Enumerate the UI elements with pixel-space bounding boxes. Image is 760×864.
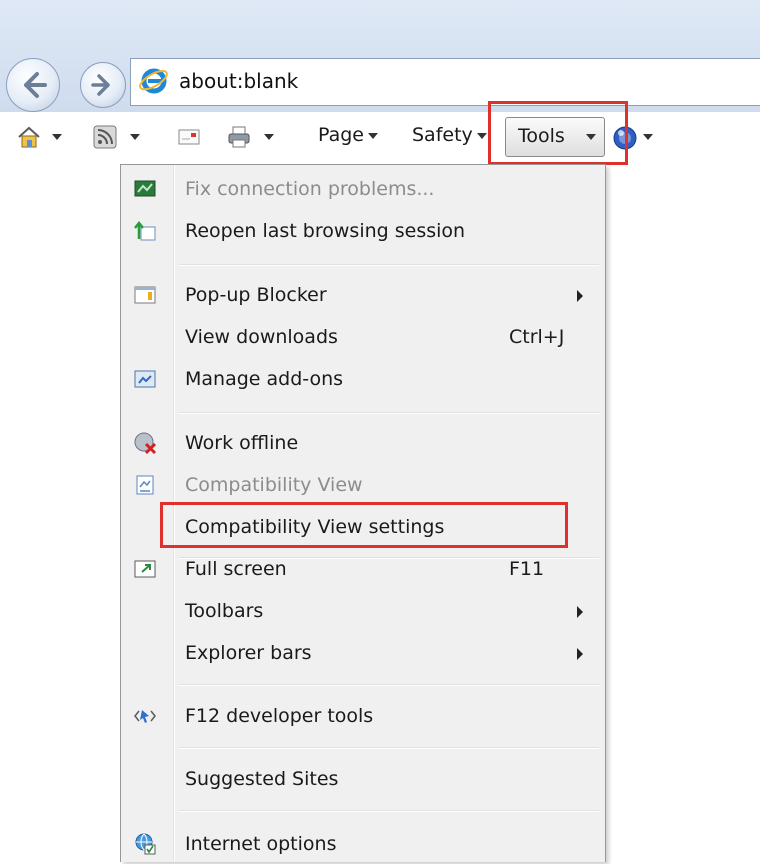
safety-menu-button[interactable]: Safety — [412, 124, 487, 146]
printer-icon[interactable] — [226, 124, 252, 150]
menu-separator — [179, 264, 599, 266]
developer-tools-icon — [134, 710, 156, 723]
menu-item-suggested-sites[interactable]: Suggested Sites — [121, 761, 605, 799]
address-field[interactable]: about:blank — [130, 58, 760, 106]
feeds-dropdown-arrow-icon[interactable] — [130, 134, 140, 140]
menu-item-label: Work offline — [185, 432, 299, 454]
submenu-arrow-icon — [577, 648, 583, 660]
rss-feed-icon[interactable] — [92, 124, 118, 150]
menu-item-work-offline[interactable]: Work offline — [121, 425, 605, 463]
back-arrow-icon — [24, 72, 47, 98]
menu-item-label: View downloads — [185, 326, 338, 348]
menu-item-label: Manage add-ons — [185, 368, 344, 390]
compatibility-view-icon — [136, 475, 154, 495]
chevron-down-icon — [368, 132, 378, 139]
compatibility-settings-highlight — [160, 502, 568, 548]
submenu-arrow-icon — [577, 290, 583, 302]
menu-item-popup-blocker[interactable]: Pop-up Blocker — [121, 277, 605, 315]
menu-item-label: Internet options — [185, 833, 337, 855]
command-bar: Page Safety Tools — [0, 112, 760, 164]
help-dropdown-arrow-icon[interactable] — [643, 134, 653, 140]
network-diagnose-icon — [134, 180, 156, 197]
menu-item-label: Reopen last browsing session — [185, 220, 466, 242]
menu-item-label: F12 developer tools — [185, 705, 374, 727]
menu-separator — [179, 747, 599, 749]
popup-blocker-icon — [134, 286, 156, 304]
menu-separator — [179, 412, 599, 414]
menu-item-shortcut: F11 — [509, 558, 545, 580]
menu-item-label: Suggested Sites — [185, 768, 339, 790]
menu-item-internet-options[interactable]: Internet options — [121, 826, 605, 864]
home-dropdown-arrow-icon[interactable] — [52, 134, 62, 140]
internet-options-icon — [135, 833, 156, 855]
menu-item-label: Toolbars — [185, 600, 264, 622]
submenu-arrow-icon — [577, 606, 583, 618]
menu-separator — [179, 684, 599, 686]
address-bar-area: about:blank — [0, 0, 760, 112]
home-icon[interactable] — [16, 124, 42, 150]
tools-button-highlight — [488, 101, 628, 165]
menu-item-label: Full screen — [185, 558, 287, 580]
page-menu-button[interactable]: Page — [318, 124, 378, 146]
work-offline-icon — [134, 432, 157, 455]
menu-item-label: Pop-up Blocker — [185, 284, 327, 306]
menu-separator — [179, 810, 599, 812]
print-dropdown-arrow-icon[interactable] — [264, 134, 274, 140]
menu-item-label: Fix connection problems... — [185, 178, 435, 200]
safety-menu-label: Safety — [412, 124, 473, 146]
addons-icon — [134, 370, 156, 388]
menu-item-f12-developer-tools[interactable]: F12 developer tools — [121, 698, 605, 736]
menu-item-label: Compatibility View — [185, 474, 363, 496]
back-button[interactable] — [6, 58, 60, 112]
forward-button[interactable] — [80, 62, 126, 108]
ie-logo-icon — [139, 68, 168, 94]
reopen-session-icon — [134, 220, 156, 241]
menu-item-view-downloads[interactable]: View downloads Ctrl+J — [121, 319, 605, 357]
page-menu-label: Page — [318, 124, 364, 146]
menu-item-toolbars[interactable]: Toolbars — [121, 593, 605, 631]
menu-item-reopen-last-session[interactable]: Reopen last browsing session — [121, 213, 605, 251]
forward-arrow-icon — [91, 74, 110, 96]
menu-item-fix-connection-problems[interactable]: Fix connection problems... — [121, 171, 605, 209]
menu-item-manage-addons[interactable]: Manage add-ons — [121, 361, 605, 399]
menu-item-full-screen[interactable]: Full screen F11 — [121, 551, 605, 589]
read-mail-icon[interactable] — [176, 124, 202, 150]
menu-item-shortcut: Ctrl+J — [509, 326, 565, 348]
url-text: about:blank — [179, 69, 299, 93]
menu-item-label: Explorer bars — [185, 642, 312, 664]
menu-item-explorer-bars[interactable]: Explorer bars — [121, 635, 605, 673]
full-screen-icon — [134, 560, 156, 578]
chevron-down-icon — [476, 132, 487, 139]
menu-item-compatibility-view[interactable]: Compatibility View — [121, 467, 605, 505]
